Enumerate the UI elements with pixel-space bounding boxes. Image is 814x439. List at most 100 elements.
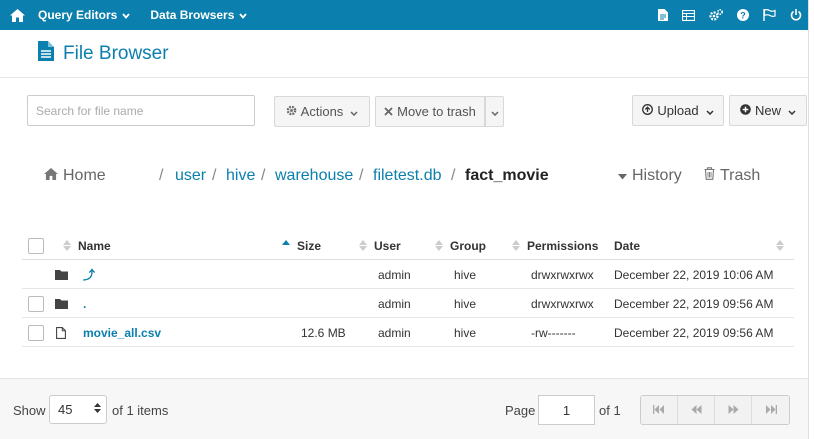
new-label: New (754, 103, 781, 118)
file-permissions: drwxrwxrwx (531, 296, 594, 311)
file-name-link[interactable]: movie_all.csv (83, 318, 161, 347)
trash-icon (704, 167, 715, 185)
trash-button[interactable]: Trash (704, 167, 760, 185)
header-group[interactable]: Group (435, 231, 486, 260)
table-row[interactable]: ⤴ admin hive drwxrwxrwx December 22, 201… (22, 260, 794, 289)
trash-options-toggle[interactable] (485, 96, 504, 127)
data-browsers-menu[interactable]: Data Browsers (150, 8, 248, 22)
chevron-down-icon (350, 104, 358, 119)
history-button[interactable]: History (618, 167, 682, 185)
file-icon (38, 41, 54, 66)
header-date[interactable]: Date (614, 231, 640, 260)
sign-out-icon[interactable] (790, 9, 802, 21)
file-date: December 22, 2019 09:56 AM (614, 296, 774, 311)
upload-button[interactable]: Upload (632, 95, 724, 126)
upload-label: Upload (657, 103, 699, 118)
last-page-button[interactable] (752, 396, 789, 424)
row-checkbox[interactable] (28, 318, 44, 347)
upload-icon (642, 103, 654, 118)
table-row[interactable]: . admin hive drwxrwxrwx December 22, 201… (22, 289, 794, 318)
row-checkbox[interactable] (28, 289, 44, 318)
table-row[interactable]: movie_all.csv 12.6 MB admin hive -rw----… (22, 318, 794, 347)
page-title-text: File Browser (63, 42, 169, 64)
page-number-input[interactable]: 1 (538, 395, 595, 425)
table-icon[interactable] (682, 9, 695, 21)
page-size-select[interactable]: 45 (49, 395, 107, 424)
header-user[interactable]: User (359, 231, 401, 260)
chevron-down-icon (122, 8, 131, 22)
breadcrumb: Home / user / hive / warehouse / filetes… (0, 165, 808, 187)
sort-icon (512, 240, 520, 251)
pagination-footer: Show 45 of 1 items Page 1 of 1 (0, 378, 808, 439)
page-count: of 1 (599, 403, 621, 418)
breadcrumb-separator: / (451, 167, 456, 184)
select-all-checkbox[interactable] (28, 231, 44, 260)
chevron-down-icon (490, 104, 499, 119)
header-name[interactable]: Name (63, 231, 111, 260)
sort-ascending-icon (282, 240, 290, 251)
header-name-label: Name (78, 238, 111, 253)
file-name-link[interactable]: ⤴ (83, 260, 95, 289)
file-permissions: -rw------- (531, 325, 576, 340)
search-input[interactable] (27, 95, 255, 126)
chevron-down-icon (706, 103, 714, 118)
new-button[interactable]: New (729, 95, 807, 126)
header-permissions[interactable]: Permissions (512, 231, 598, 260)
show-label: Show (13, 403, 46, 418)
home-icon[interactable] (4, 0, 30, 30)
file-name-link[interactable]: . (83, 289, 86, 318)
trash-label: Trash (720, 167, 761, 184)
file-group: hive (454, 325, 477, 340)
scrollbar-track[interactable] (808, 0, 814, 439)
file-size: 12.6 MB (301, 325, 346, 340)
breadcrumb-warehouse[interactable]: warehouse (275, 167, 353, 185)
first-page-button[interactable] (641, 396, 678, 424)
close-icon (384, 104, 393, 119)
select-arrows-icon (94, 403, 101, 413)
previous-page-button[interactable] (678, 396, 715, 424)
page-title: File Browser (38, 41, 169, 66)
breadcrumb-hive[interactable]: hive (226, 167, 255, 185)
items-count: of 1 items (112, 403, 169, 418)
sort-icon (435, 240, 443, 251)
header-size-label: Size (297, 238, 322, 253)
document-icon[interactable] (658, 9, 668, 21)
pager-buttons (640, 395, 790, 425)
top-nav-bar: Query Editors Data Browsers ? (0, 0, 808, 30)
data-browsers-label: Data Browsers (150, 8, 235, 22)
breadcrumb-home[interactable]: Home (44, 167, 106, 185)
sort-icon (63, 240, 71, 251)
sort-icon[interactable] (776, 231, 791, 260)
query-editors-label: Query Editors (38, 8, 118, 22)
header-group-label: Group (450, 238, 486, 253)
header-size[interactable]: Size (282, 231, 321, 260)
header-permissions-label: Permissions (527, 238, 599, 253)
page-size-value: 45 (58, 402, 73, 417)
next-page-button[interactable] (715, 396, 752, 424)
file-icon (56, 318, 66, 347)
breadcrumb-separator: / (261, 167, 266, 184)
header-user-label: User (374, 238, 401, 253)
file-user: admin (378, 267, 411, 282)
breadcrumb-filetest-db[interactable]: filetest.db (373, 167, 441, 185)
breadcrumb-separator: / (212, 167, 217, 184)
move-to-trash-button[interactable]: Move to trash (375, 96, 485, 127)
actions-button[interactable]: Actions (274, 96, 370, 127)
home-icon (44, 167, 58, 185)
file-user: admin (378, 296, 411, 311)
rewind-icon (691, 401, 702, 419)
breadcrumb-separator: / (359, 167, 364, 184)
folder-icon (55, 289, 68, 318)
cogs-icon[interactable] (709, 9, 723, 21)
caret-down-icon (618, 167, 627, 185)
query-editors-menu[interactable]: Query Editors (38, 8, 131, 22)
breadcrumb-user[interactable]: user (175, 167, 206, 185)
help-icon[interactable]: ? (737, 9, 749, 21)
breadcrumb-current: fact_movie (465, 167, 549, 184)
breadcrumb-separator: / (159, 167, 164, 184)
history-label: History (632, 167, 682, 184)
last-page-icon (765, 401, 777, 419)
flag-icon[interactable] (763, 9, 776, 21)
page-label: Page (505, 403, 536, 418)
file-group: hive (454, 296, 477, 311)
